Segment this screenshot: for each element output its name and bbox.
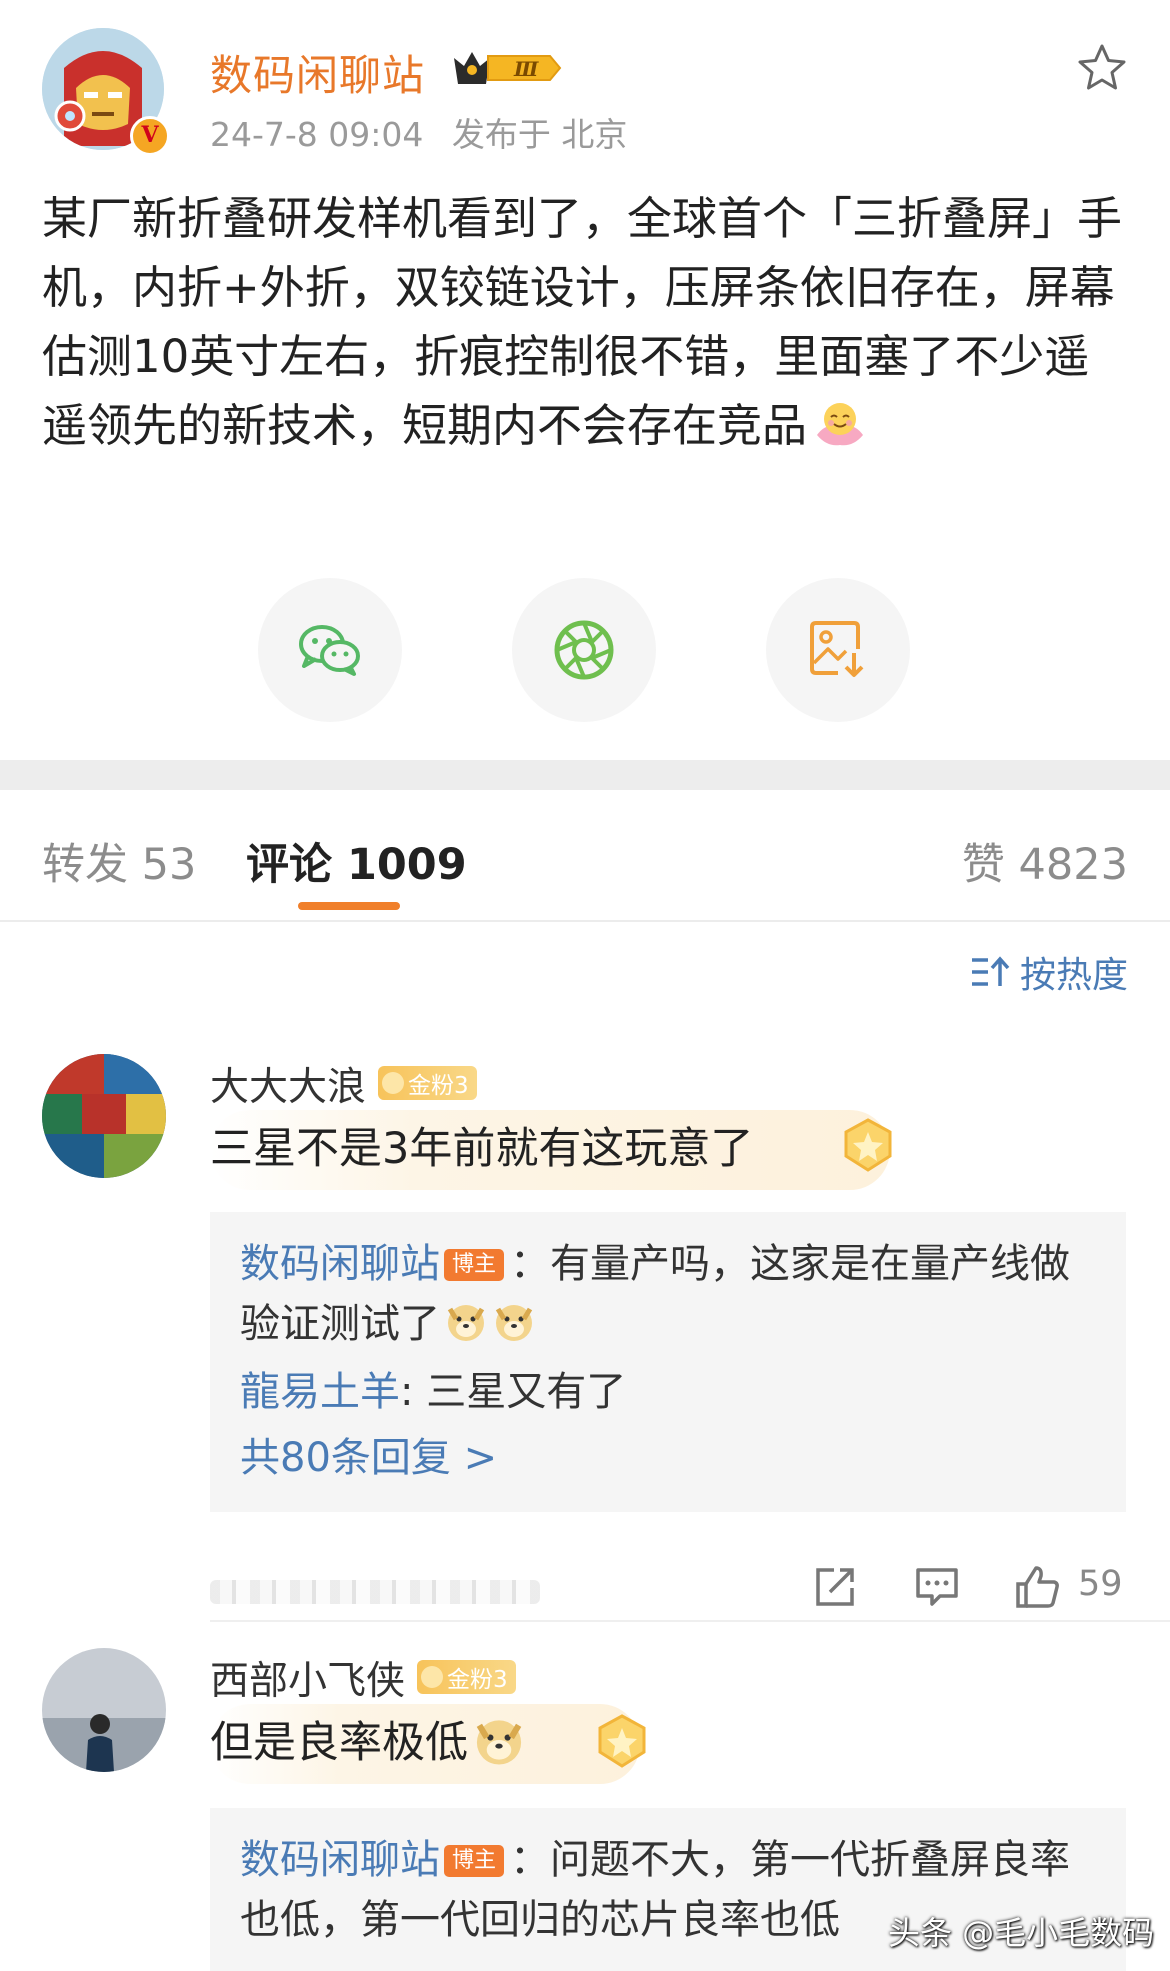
sort-by-hot-button[interactable]: 按热度 [970,946,1128,998]
post-meta: 24-7-8 09:04 发布于 北京 [210,108,645,156]
commenter-username: 大大大浪 [210,1065,367,1110]
vip-level: Ⅲ [513,57,539,81]
reply-box: 数码闲聊站 博主 ：有量产吗，这家是在量产线做验证测试了 龍易土羊: 三星又有了 共… [210,1212,1126,1512]
wechat-icon [299,625,360,676]
share-wechat-button[interactable] [258,578,402,722]
watermark: 头条 @毛小毛数码 [888,1914,1155,1952]
commenter-avatar[interactable] [42,1054,166,1178]
fan-badge-label: 金粉3 [447,1667,508,1693]
comment-text-content: 但是良率极低 [210,1718,468,1768]
moments-icon [554,620,614,680]
reply-username[interactable]: 数码闲聊站 [240,1837,440,1883]
commenter-name[interactable]: 西部小飞侠 金粉3 [210,1650,516,1706]
comment-text: 但是良率极低 [210,1708,526,1770]
interaction-tabs: 转发 53 评论 1009 赞 4823 [0,790,1170,922]
verified-badge: V [130,116,170,156]
section-separator [0,760,1170,790]
reply-username[interactable]: 数码闲聊站 [240,1241,440,1287]
fan-badge: 金粉3 [378,1066,477,1100]
reply-item[interactable]: 龍易土羊: 三星又有了 [240,1362,1096,1422]
medal-icon [598,1714,646,1768]
doge-emoji-icon [476,1720,522,1765]
share-moments-button[interactable] [512,578,656,722]
medal-icon [844,1118,892,1172]
commenter-avatar[interactable] [42,1648,166,1772]
tab-likes[interactable]: 赞 4823 [962,830,1128,892]
lotus-smile-emoji-icon [817,403,864,446]
fan-badge-label: 金粉3 [408,1073,469,1099]
post-date: 24-7-8 09:04 [210,115,424,154]
active-tab-indicator [298,902,400,910]
post-location: 发布于 北京 [451,115,628,154]
tab-comments[interactable]: 评论 1009 [246,830,467,892]
tab-repost[interactable]: 转发 53 [42,830,196,892]
view-more-replies-link[interactable]: 共80条回复 > [240,1426,1096,1490]
blogger-tag: 博主 [444,1845,505,1877]
reply-item[interactable]: 数码闲聊站 博主 ：有量产吗，这家是在量产线做验证测试了 [240,1234,1096,1354]
commenter-name[interactable]: 大大大浪 金粉3 [210,1056,477,1112]
post-content: 某厂新折叠研发样机看到了，全球首个「三折叠屏」手机，内折+外折，双铰链设计，压屏… [42,184,1132,460]
comment-icon[interactable] [914,1564,960,1610]
vip-crown-badge-icon: Ⅲ [454,52,562,84]
blurred-source-label [210,1580,540,1604]
fan-badge-icon [421,1666,444,1688]
save-image-icon [810,621,864,677]
comment-text: 三星不是3年前就有这玩意了 [210,1124,754,1174]
save-image-button[interactable] [766,578,910,722]
star-icon[interactable] [1076,42,1128,94]
reply-text: : 三星又有了 [400,1369,627,1415]
sort-icon [971,956,1010,986]
comment-actions: 59 [0,1550,1170,1630]
sort-label: 按热度 [1019,955,1128,996]
post-text: 某厂新折叠研发样机看到了，全球首个「三折叠屏」手机，内折+外折，双铰链设计，压屏… [42,192,1123,452]
doge-emoji-icon [495,1305,533,1341]
reply-username[interactable]: 龍易土羊 [240,1369,400,1415]
thumbs-up-icon[interactable] [1014,1564,1060,1610]
like-count: 59 [1078,1564,1123,1604]
comment-divider [210,1620,1170,1622]
author-name[interactable]: 数码闲聊站 [210,42,425,103]
share-row [0,578,1170,724]
blogger-tag: 博主 [444,1249,505,1281]
commenter-username: 西部小飞侠 [210,1659,406,1704]
fan-badge: 金粉3 [417,1660,516,1694]
doge-emoji-icon [447,1305,485,1341]
post-header: V 数码闲聊站 Ⅲ 24-7-8 09:04 发布于 北京 [42,28,1128,158]
fan-badge-icon [382,1072,405,1094]
share-icon[interactable] [812,1564,858,1610]
